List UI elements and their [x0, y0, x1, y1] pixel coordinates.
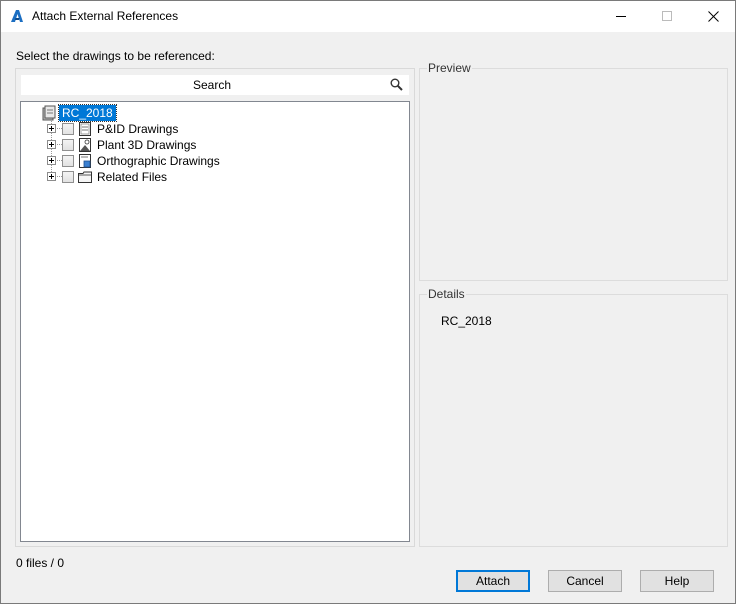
file-count-status: 0 files / 0 — [16, 556, 65, 570]
expand-icon[interactable] — [47, 140, 56, 149]
details-group: Details RC_2018 — [419, 287, 728, 547]
orthographic-drawings-checkbox[interactable] — [62, 155, 74, 167]
tree-item-orthographic-drawings[interactable]: Orthographic Drawings — [47, 153, 267, 169]
attach-button[interactable]: Attach — [456, 570, 530, 592]
related-files-checkbox[interactable] — [62, 171, 74, 183]
preview-label: Preview — [427, 61, 472, 75]
help-button[interactable]: Help — [640, 570, 714, 592]
tree-item-related-files[interactable]: Related Files — [47, 169, 247, 185]
tree-item-plant3d-drawings[interactable]: Plant 3D Drawings — [47, 137, 247, 153]
expand-icon[interactable] — [47, 156, 56, 165]
search-input[interactable]: Search — [21, 75, 409, 95]
close-button[interactable] — [691, 1, 736, 32]
details-value: RC_2018 — [441, 314, 492, 328]
maximize-icon — [662, 11, 672, 21]
expand-icon[interactable] — [47, 124, 56, 133]
expand-icon[interactable] — [47, 172, 56, 181]
pid-drawings-checkbox[interactable] — [62, 123, 74, 135]
folder-icon — [78, 171, 92, 183]
pid-drawing-icon — [79, 122, 91, 136]
search-icon[interactable] — [390, 78, 403, 91]
close-icon — [708, 11, 719, 22]
plant3d-drawings-checkbox[interactable] — [62, 139, 74, 151]
tree-item-pid-drawings[interactable]: P&ID Drawings — [47, 121, 247, 137]
drawings-tree[interactable]: RC_2018 P&ID Drawings Plant 3D Drawings … — [20, 101, 410, 542]
instruction-label: Select the drawings to be referenced: — [16, 49, 215, 63]
tree-item-label: Plant 3D Drawings — [97, 138, 197, 152]
tree-item-label: Related Files — [97, 170, 168, 184]
details-label: Details — [427, 287, 466, 301]
project-icon — [42, 105, 56, 121]
ortho-drawing-icon — [79, 154, 91, 168]
minimize-icon — [616, 16, 626, 17]
plant3d-drawing-icon — [79, 138, 91, 152]
tree-root-label[interactable]: RC_2018 — [58, 104, 117, 122]
title-bar[interactable]: Attach External References — [1, 1, 735, 32]
tree-item-label: P&ID Drawings — [97, 122, 179, 136]
search-placeholder: Search — [192, 78, 232, 92]
tree-item-label: Orthographic Drawings — [97, 154, 220, 168]
drawings-panel: Search RC_2018 P&ID Drawings Plant 3D Dr… — [15, 68, 415, 547]
tree-root-node[interactable]: RC_2018 — [41, 104, 161, 122]
preview-group: Preview — [419, 61, 728, 281]
window-title: Attach External References — [32, 9, 179, 23]
minimize-button[interactable] — [599, 1, 645, 32]
autocad-a-logo-icon — [11, 10, 23, 22]
dialog-window: Attach External References Select the dr… — [0, 0, 736, 604]
maximize-button[interactable] — [645, 1, 691, 32]
cancel-button[interactable]: Cancel — [548, 570, 622, 592]
